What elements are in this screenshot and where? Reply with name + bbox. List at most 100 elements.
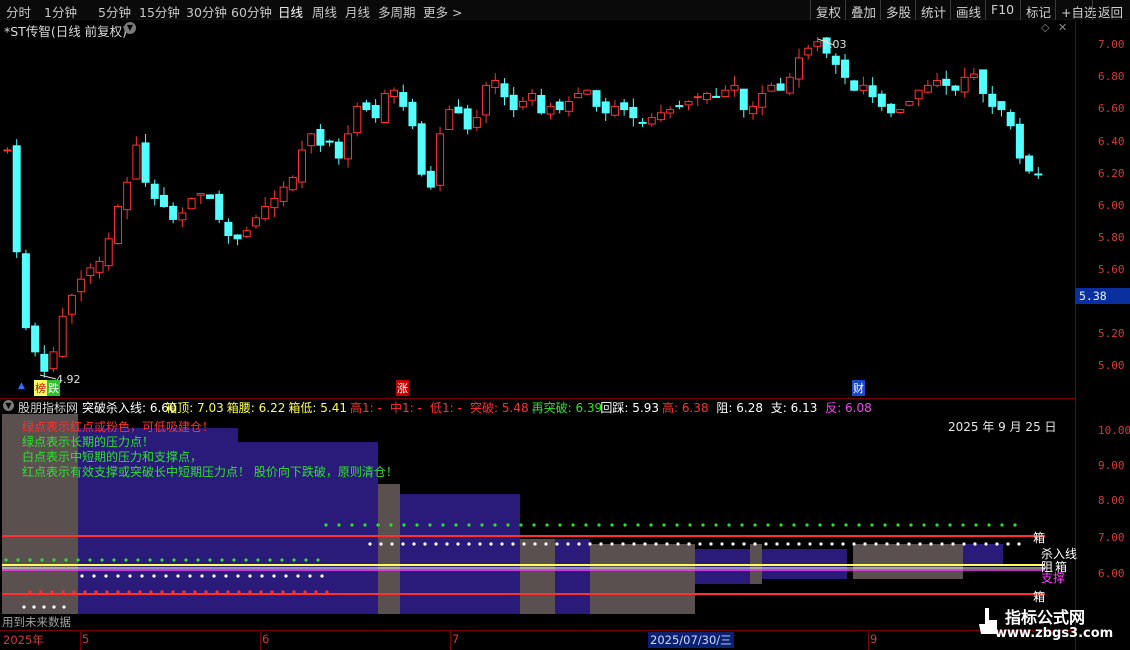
- signal-dot: [909, 523, 912, 526]
- overlay-button[interactable]: 叠加: [845, 0, 881, 20]
- event-tag-die[interactable]: 跌: [47, 380, 60, 396]
- signal-dot: [182, 590, 185, 593]
- candle-body: [961, 77, 968, 92]
- signal-dot: [588, 542, 591, 545]
- box-zone: [555, 539, 590, 614]
- support-label: 支撑: [1041, 569, 1065, 586]
- candle-body: [685, 102, 692, 105]
- indicator-note: 红点表示有效支撑或突破长中短期压力点！ 股价向下跌破，原则清仓！: [22, 463, 398, 480]
- candle-body: [565, 102, 572, 112]
- signal-dot: [164, 574, 167, 577]
- candle-body: [639, 122, 646, 123]
- signal-dot: [270, 590, 273, 593]
- signal-dot: [256, 558, 259, 561]
- signal-dot: [248, 590, 251, 593]
- signal-dot: [72, 590, 75, 593]
- candle-body: [759, 93, 766, 107]
- price-tick: 6.20: [1098, 167, 1125, 180]
- multi-stock-button[interactable]: 多股: [880, 0, 916, 20]
- diamond-icon[interactable]: ◇: [1041, 21, 1049, 34]
- date-label: 2025年: [3, 632, 44, 648]
- more-menu[interactable]: 更多 >: [423, 2, 462, 21]
- signal-dot: [922, 523, 925, 526]
- date-label: 9: [870, 632, 877, 646]
- signal-dot: [61, 590, 64, 593]
- period-tab[interactable]: 60分钟: [231, 2, 272, 21]
- period-tab[interactable]: 分时: [6, 2, 31, 21]
- chevron-down-icon[interactable]: ▼: [124, 22, 136, 34]
- candle-body: [437, 134, 444, 185]
- signal-dot: [753, 523, 756, 526]
- signal-dot: [566, 542, 569, 545]
- signal-dot: [885, 542, 888, 545]
- candle-body: [796, 58, 803, 79]
- signal-dot: [138, 590, 141, 593]
- signal-dot: [662, 523, 665, 526]
- candlestick-chart[interactable]: 7.03 4.92: [0, 37, 1075, 397]
- date-label: 6: [262, 632, 269, 646]
- signal-dot: [907, 542, 910, 545]
- signal-dot: [94, 590, 97, 593]
- signal-dot: [284, 574, 287, 577]
- candle-body: [262, 207, 269, 219]
- indicator-chart[interactable]: [0, 414, 1075, 630]
- signal-dot: [610, 523, 613, 526]
- signal-dot: [863, 542, 866, 545]
- signal-dot: [16, 558, 19, 561]
- chevron-down-icon[interactable]: ▼: [3, 400, 14, 411]
- signal-dot: [675, 523, 678, 526]
- close-icon[interactable]: ✕: [1058, 21, 1067, 34]
- candle-body: [906, 102, 913, 106]
- period-tab[interactable]: 5分钟: [98, 2, 131, 21]
- signal-dot: [896, 523, 899, 526]
- candle-body: [133, 145, 140, 179]
- f10-button[interactable]: F10: [985, 0, 1019, 20]
- signal-dot: [874, 542, 877, 545]
- signal-dot: [52, 558, 55, 561]
- candle-body: [78, 279, 85, 292]
- signal-dot: [533, 542, 536, 545]
- signal-dot: [623, 523, 626, 526]
- candle-body: [216, 194, 223, 219]
- period-tab[interactable]: 周线: [312, 2, 337, 21]
- mark-button[interactable]: 标记: [1020, 0, 1056, 20]
- back-button[interactable]: 返回: [1092, 0, 1128, 20]
- candle-body: [492, 81, 499, 88]
- event-tag-zhang[interactable]: 涨: [396, 380, 409, 396]
- signal-dot: [984, 542, 987, 545]
- future-data-warning: 用到未来数据: [2, 614, 71, 630]
- candle-body: [418, 124, 425, 174]
- signal-dot: [786, 542, 789, 545]
- period-tab[interactable]: 30分钟: [186, 2, 227, 21]
- event-tag-cai[interactable]: 财: [852, 380, 865, 396]
- indicator-tick: 10.00: [1098, 424, 1130, 437]
- candle-body: [243, 231, 250, 237]
- candle-body: [1026, 156, 1033, 171]
- event-tag-bang[interactable]: 榜: [34, 380, 47, 396]
- candle-body: [13, 146, 20, 252]
- signal-dot: [532, 523, 535, 526]
- candle-body: [483, 85, 490, 115]
- indicator-tick: 9.00: [1098, 459, 1125, 472]
- signal-dot: [519, 523, 522, 526]
- period-tab[interactable]: 多周期: [378, 2, 416, 21]
- adjust-button[interactable]: 复权: [810, 0, 846, 20]
- high-price-label: 7.03: [822, 38, 847, 51]
- period-tab[interactable]: 15分钟: [139, 2, 180, 21]
- signal-dot: [193, 590, 196, 593]
- signal-dot: [775, 542, 778, 545]
- signal-dot: [454, 523, 457, 526]
- signal-dot: [32, 605, 35, 608]
- draw-line-button[interactable]: 画线: [950, 0, 986, 20]
- period-tab[interactable]: 1分钟: [44, 2, 77, 21]
- signal-dot: [441, 523, 444, 526]
- period-tab[interactable]: 月线: [345, 2, 370, 21]
- period-tab-active[interactable]: 日线: [278, 2, 303, 21]
- signal-dot: [128, 574, 131, 577]
- candle-body: [805, 48, 812, 55]
- stats-button[interactable]: 统计: [915, 0, 951, 20]
- signal-dot: [188, 574, 191, 577]
- candle-body: [786, 77, 793, 93]
- signal-dot: [226, 590, 229, 593]
- candle-body: [694, 97, 701, 98]
